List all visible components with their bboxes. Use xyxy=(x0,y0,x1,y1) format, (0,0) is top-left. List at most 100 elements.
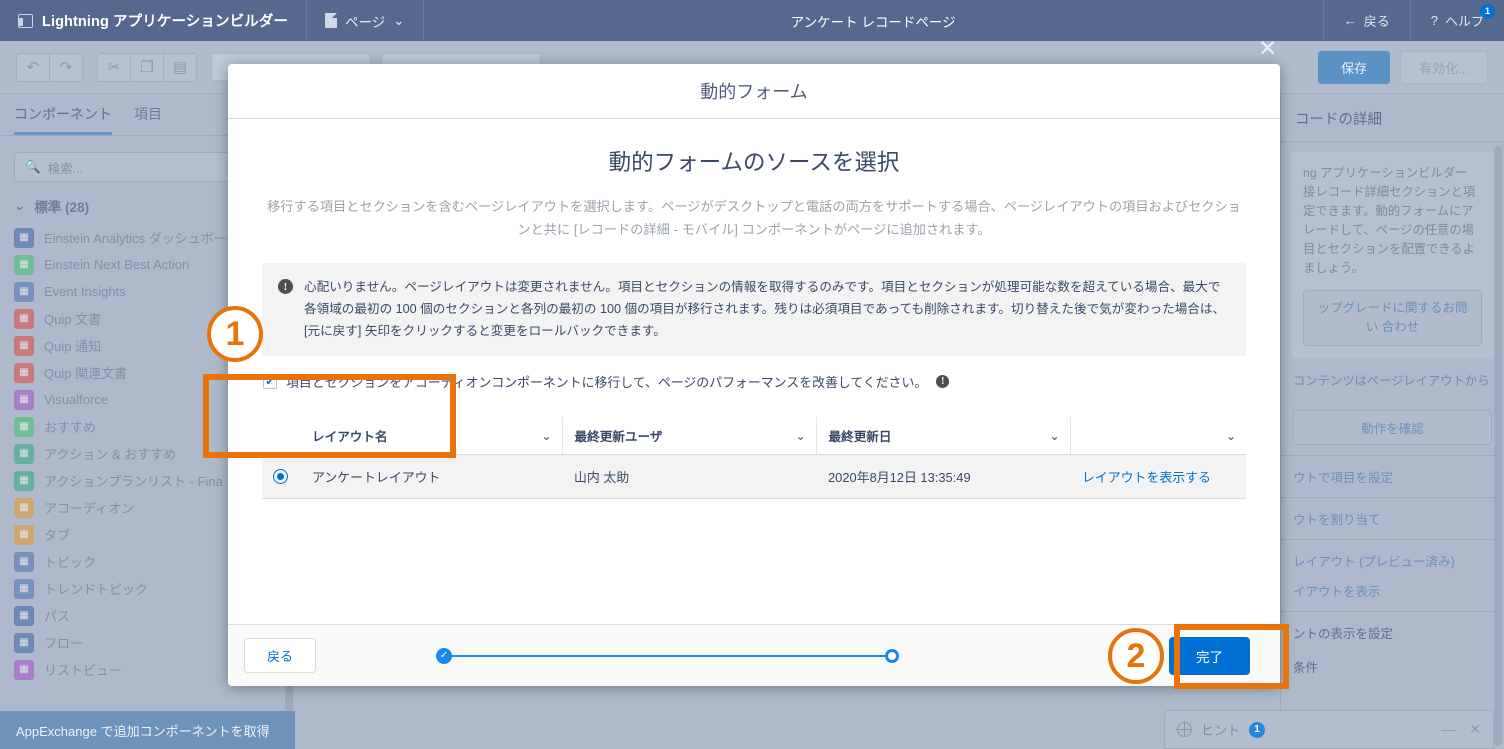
minimize-icon[interactable]: — xyxy=(1441,721,1455,738)
component-icon: ▦ xyxy=(14,605,34,626)
component-icon: ▦ xyxy=(14,443,34,464)
upgrade-contact-button[interactable]: ップグレードに関するお問い 合わせ xyxy=(1303,290,1482,346)
question-icon: ? xyxy=(1430,13,1438,28)
modal-done-button[interactable]: 完了 xyxy=(1169,636,1250,675)
component-icon: ▦ xyxy=(14,416,34,437)
header-title-wrap: アンケート レコードページ xyxy=(424,0,1323,41)
right-action-0[interactable]: ウトで項目を設定 xyxy=(1281,455,1504,497)
col-actions[interactable]: ⌄ xyxy=(1070,417,1246,456)
chevron-down-icon: ⌄ xyxy=(14,198,26,213)
right-panel-scrollbar[interactable] xyxy=(1494,146,1502,746)
back-button[interactable]: ← 戻る xyxy=(1322,0,1410,41)
page-title: アンケート レコードページ xyxy=(790,14,956,30)
activate-button[interactable]: 有効化... xyxy=(1400,50,1488,84)
table-header-row: レイアウト名 ⌄ 最終更新ユーザ ⌄ 最終更新日 ⌄ ⌄ xyxy=(262,417,1246,456)
clipboard-icon: ▤ xyxy=(172,59,188,76)
right-action-5[interactable]: 条件 xyxy=(1281,653,1504,687)
right-action-4[interactable]: ントの表示を設定 xyxy=(1281,611,1504,653)
page-menu-label: ページ xyxy=(344,14,386,30)
row-radio-cell[interactable] xyxy=(262,454,300,500)
toolbar-right: 保存 有効化... xyxy=(1318,50,1488,84)
brand-logo[interactable]: Lightning アプリケーションビルダー xyxy=(0,0,307,41)
row-last-modified-by: 山内 太助 xyxy=(562,454,816,500)
page-doc-icon xyxy=(324,13,337,28)
component-icon: ▦ xyxy=(14,254,34,275)
tab-components[interactable]: コンポーネント xyxy=(14,104,112,135)
modal-close-button[interactable]: ✕ xyxy=(1258,37,1277,60)
hint-badge: 1 xyxy=(1249,721,1266,738)
right-action-1[interactable]: ウトを割り当て xyxy=(1281,497,1504,539)
component-list-item-label: フロー xyxy=(44,636,84,651)
application-root: Lightning アプリケーションビルダー ページ ⌄ アンケート レコードペ… xyxy=(0,0,1504,749)
progress-line xyxy=(452,654,885,657)
col-layout-name[interactable]: レイアウト名 ⌄ xyxy=(300,417,563,456)
col-last-modified-date[interactable]: 最終更新日 ⌄ xyxy=(816,417,1071,456)
hint-controls: — ✕ xyxy=(1441,721,1481,738)
component-list-item-label: アコーディオン xyxy=(44,501,135,516)
annotation-number-2: 2 xyxy=(1108,628,1164,684)
help-button[interactable]: ? ヘルプ 1 xyxy=(1409,0,1504,41)
modal-back-button[interactable]: 戻る xyxy=(244,638,317,673)
clipboard-button-group: ✂ ❐ ▤ xyxy=(97,52,197,82)
paste-button[interactable]: ▤ xyxy=(163,52,197,82)
header-actions: ← 戻る ? ヘルプ 1 xyxy=(1322,0,1504,41)
modal-body: 動的フォームのソースを選択 移行する項目とセクションを含むページレイアウトを選択… xyxy=(228,119,1280,624)
copy-button[interactable]: ❐ xyxy=(130,52,164,82)
progress-step-complete-icon[interactable]: ✓ xyxy=(436,647,453,664)
component-list-item-label: トレンドトピック xyxy=(44,582,149,597)
modal-header: 動的フォーム xyxy=(228,64,1280,119)
col-layout-name-label: レイアウト名 xyxy=(312,430,388,445)
component-list-item-label: Einstein Next Best Action xyxy=(44,257,190,272)
accordion-checkbox[interactable]: ✔ xyxy=(263,374,277,389)
search-icon: 🔍 xyxy=(25,159,41,174)
appexchange-link[interactable]: AppExchange で追加コンポーネントを取得 xyxy=(0,711,295,749)
radio-inner-dot xyxy=(277,473,284,481)
component-icon: ▦ xyxy=(14,551,34,572)
undo-button[interactable]: ↶ xyxy=(16,52,50,82)
component-icon: ▦ xyxy=(14,362,34,383)
table-row[interactable]: アンケートレイアウト 山内 太助 2020年8月12日 13:35:49 レイア… xyxy=(262,454,1246,500)
col-last-modified-by[interactable]: 最終更新ユーザ ⌄ xyxy=(562,417,817,456)
component-list-item-label: Visualforce xyxy=(44,392,109,407)
component-icon: ▦ xyxy=(14,308,34,329)
chevron-down-icon: ⌄ xyxy=(393,12,405,28)
page-menu[interactable]: ページ ⌄ xyxy=(307,0,424,41)
progress-step-current-icon[interactable] xyxy=(885,648,899,663)
component-icon: ▦ xyxy=(14,227,34,248)
chevron-down-icon: ⌄ xyxy=(1049,428,1060,443)
chevron-down-icon: ⌄ xyxy=(541,428,552,443)
row-layout-name: アンケートレイアウト xyxy=(300,454,562,500)
row-view-layout-link[interactable]: レイアウトを表示する xyxy=(1070,454,1246,500)
right-panel-title: コードの詳細 xyxy=(1281,94,1504,142)
right-action-3[interactable]: イアウトを表示 xyxy=(1281,581,1504,611)
component-icon: ▦ xyxy=(14,524,34,545)
hint-label: ヒント xyxy=(1201,723,1241,738)
tab-fields[interactable]: 項目 xyxy=(134,104,162,135)
info-callout-text: 心配いりません。ページレイアウトは変更されません。項目とセクションの情報を取得す… xyxy=(304,280,1226,338)
component-icon: ▦ xyxy=(14,389,34,410)
tooltip-info-icon[interactable]: ! xyxy=(936,375,950,389)
layout-radio[interactable] xyxy=(273,469,288,485)
component-icon: ▦ xyxy=(14,335,34,356)
scissors-icon: ✂ xyxy=(107,59,121,76)
component-list-item-label: Event Insights xyxy=(44,284,126,299)
close-icon[interactable]: ✕ xyxy=(1469,721,1481,738)
hint-bar[interactable]: ヒント 1 — ✕ xyxy=(1164,710,1494,749)
accordion-migration-option[interactable]: ✔ 項目とセクションをアコーディオンコンポーネントに移行して、ページのパフォーマ… xyxy=(262,372,1246,391)
component-icon: ▦ xyxy=(14,578,34,599)
check-behavior-button[interactable]: 動作を確認 xyxy=(1293,410,1492,446)
component-list-item-label: Quip 文書 xyxy=(44,312,102,327)
lifebuoy-icon xyxy=(1176,721,1192,737)
right-action-2[interactable]: レイアウト (プレビュー済み) xyxy=(1281,539,1504,581)
arrow-left-icon: ← xyxy=(1343,13,1357,28)
cut-button[interactable]: ✂ xyxy=(97,52,131,82)
redo-icon: ↷ xyxy=(59,59,73,76)
modal-heading: 動的フォームのソースを選択 xyxy=(608,150,900,175)
save-button[interactable]: 保存 xyxy=(1318,50,1391,84)
component-icon: ▦ xyxy=(14,497,34,518)
component-list-item-label: Quip 通知 xyxy=(44,339,102,354)
redo-button[interactable]: ↷ xyxy=(49,52,83,82)
col-last-modified-date-label: 最終更新日 xyxy=(828,430,892,445)
component-list-item-label: アクションプランリスト - Fina xyxy=(44,474,223,489)
info-icon: ! xyxy=(278,279,293,295)
